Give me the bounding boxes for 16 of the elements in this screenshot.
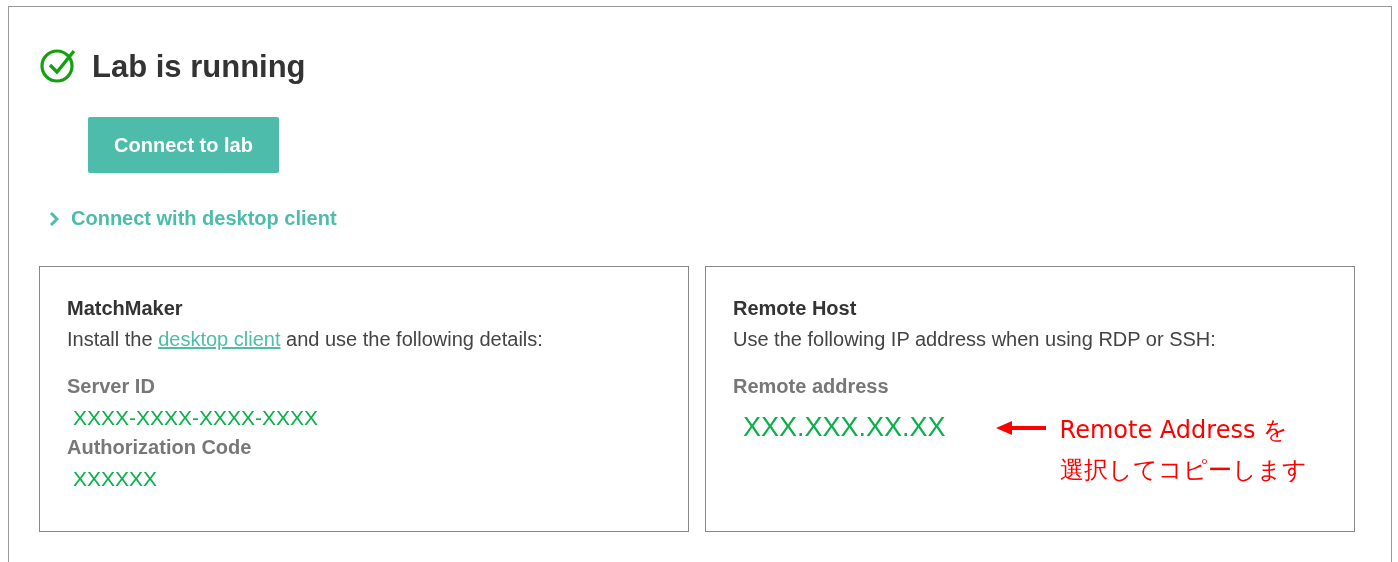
desktop-client-expander[interactable]: Connect with desktop client xyxy=(49,207,337,230)
card-description: Use the following IP address when using RDP or SSH: xyxy=(733,328,1217,351)
field-label: Authorization Code xyxy=(67,436,253,459)
field-value: XXXX-XXXX-XXXX-XXXX xyxy=(73,406,319,430)
field-label: Server ID xyxy=(67,375,156,398)
field-value: XXX.XXX.XX.XX xyxy=(743,412,946,443)
desktop-client-link[interactable]: desktop client xyxy=(158,328,281,350)
arrow-icon xyxy=(995,420,1046,436)
card-title: Remote Host xyxy=(733,297,858,320)
card-description: Install the desktop client and use the following details: xyxy=(67,328,544,351)
annotation-text: Remote Address を 選択してコピーします xyxy=(1059,415,1307,486)
status-title: Lab is running xyxy=(92,49,306,85)
field-label: Remote address xyxy=(733,375,890,398)
field-value: XXXXXX xyxy=(73,467,158,491)
card-title: MatchMaker xyxy=(67,297,184,320)
connect-button[interactable]: Connect to lab xyxy=(88,117,279,173)
